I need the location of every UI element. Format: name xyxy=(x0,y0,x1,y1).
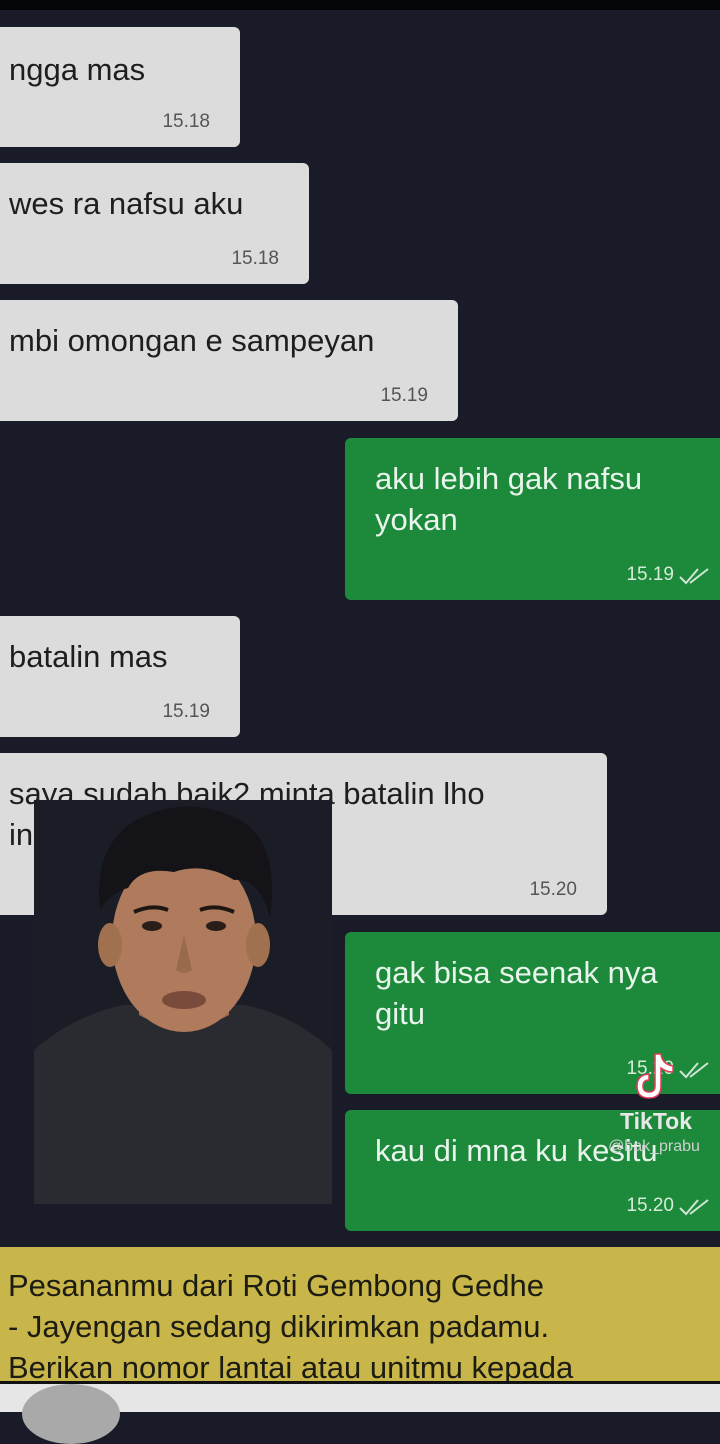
message-bubble-incoming[interactable]: batalin mas 15.19 xyxy=(0,616,240,737)
message-time: 15.18 xyxy=(231,248,279,269)
message-bubble-incoming[interactable]: wes ra nafsu aku 15.18 xyxy=(0,163,309,284)
message-text: gak bisa seenak nya gitu xyxy=(375,955,658,1031)
person-illustration xyxy=(34,806,332,1204)
message-bubble-incoming[interactable]: mbi omongan e sampeyan 15.19 xyxy=(0,300,458,421)
message-text: ngga mas xyxy=(9,52,146,87)
message-time: 15.18 xyxy=(162,111,210,132)
promo-line-1: Pesananmu dari Roti Gembong Gedhe xyxy=(8,1268,544,1303)
tiktok-handle-label: @bak_prabu xyxy=(608,1138,700,1155)
message-time: 15.19 xyxy=(162,701,210,722)
tiktok-logo-icon xyxy=(636,1053,674,1099)
message-text: wes ra nafsu aku xyxy=(9,186,244,221)
promo-line-2: - Jayengan sedang dikirimkan padamu. xyxy=(8,1309,550,1344)
status-bar xyxy=(0,0,720,10)
double-check-icon xyxy=(679,568,709,585)
message-text: batalin mas xyxy=(9,639,168,674)
message-time: 15.19 xyxy=(380,385,428,406)
message-time: 15.19 xyxy=(626,564,674,585)
order-notification-banner[interactable]: Pesananmu dari Roti Gembong Gedhe - Jaye… xyxy=(0,1247,720,1381)
message-bubble-incoming[interactable]: ngga mas 15.18 xyxy=(0,27,240,147)
promo-line-3: Berikan nomor lantai atau unitmu kepada xyxy=(8,1350,574,1381)
message-text: aku lebih gak nafsu yokan xyxy=(375,461,643,537)
double-check-icon xyxy=(679,1199,709,1216)
tiktok-watermark: TikTok @bak_prabu xyxy=(604,1048,708,1160)
message-time: 15.20 xyxy=(626,1195,674,1216)
avatar[interactable] xyxy=(22,1384,120,1444)
creator-video-overlay xyxy=(34,800,332,1204)
message-bubble-outgoing[interactable]: aku lebih gak nafsu yokan 15.19 xyxy=(345,438,720,600)
message-text: mbi omongan e sampeyan xyxy=(9,323,375,358)
message-time: 15.20 xyxy=(529,879,577,900)
tiktok-brand-label: TikTok xyxy=(620,1108,692,1134)
